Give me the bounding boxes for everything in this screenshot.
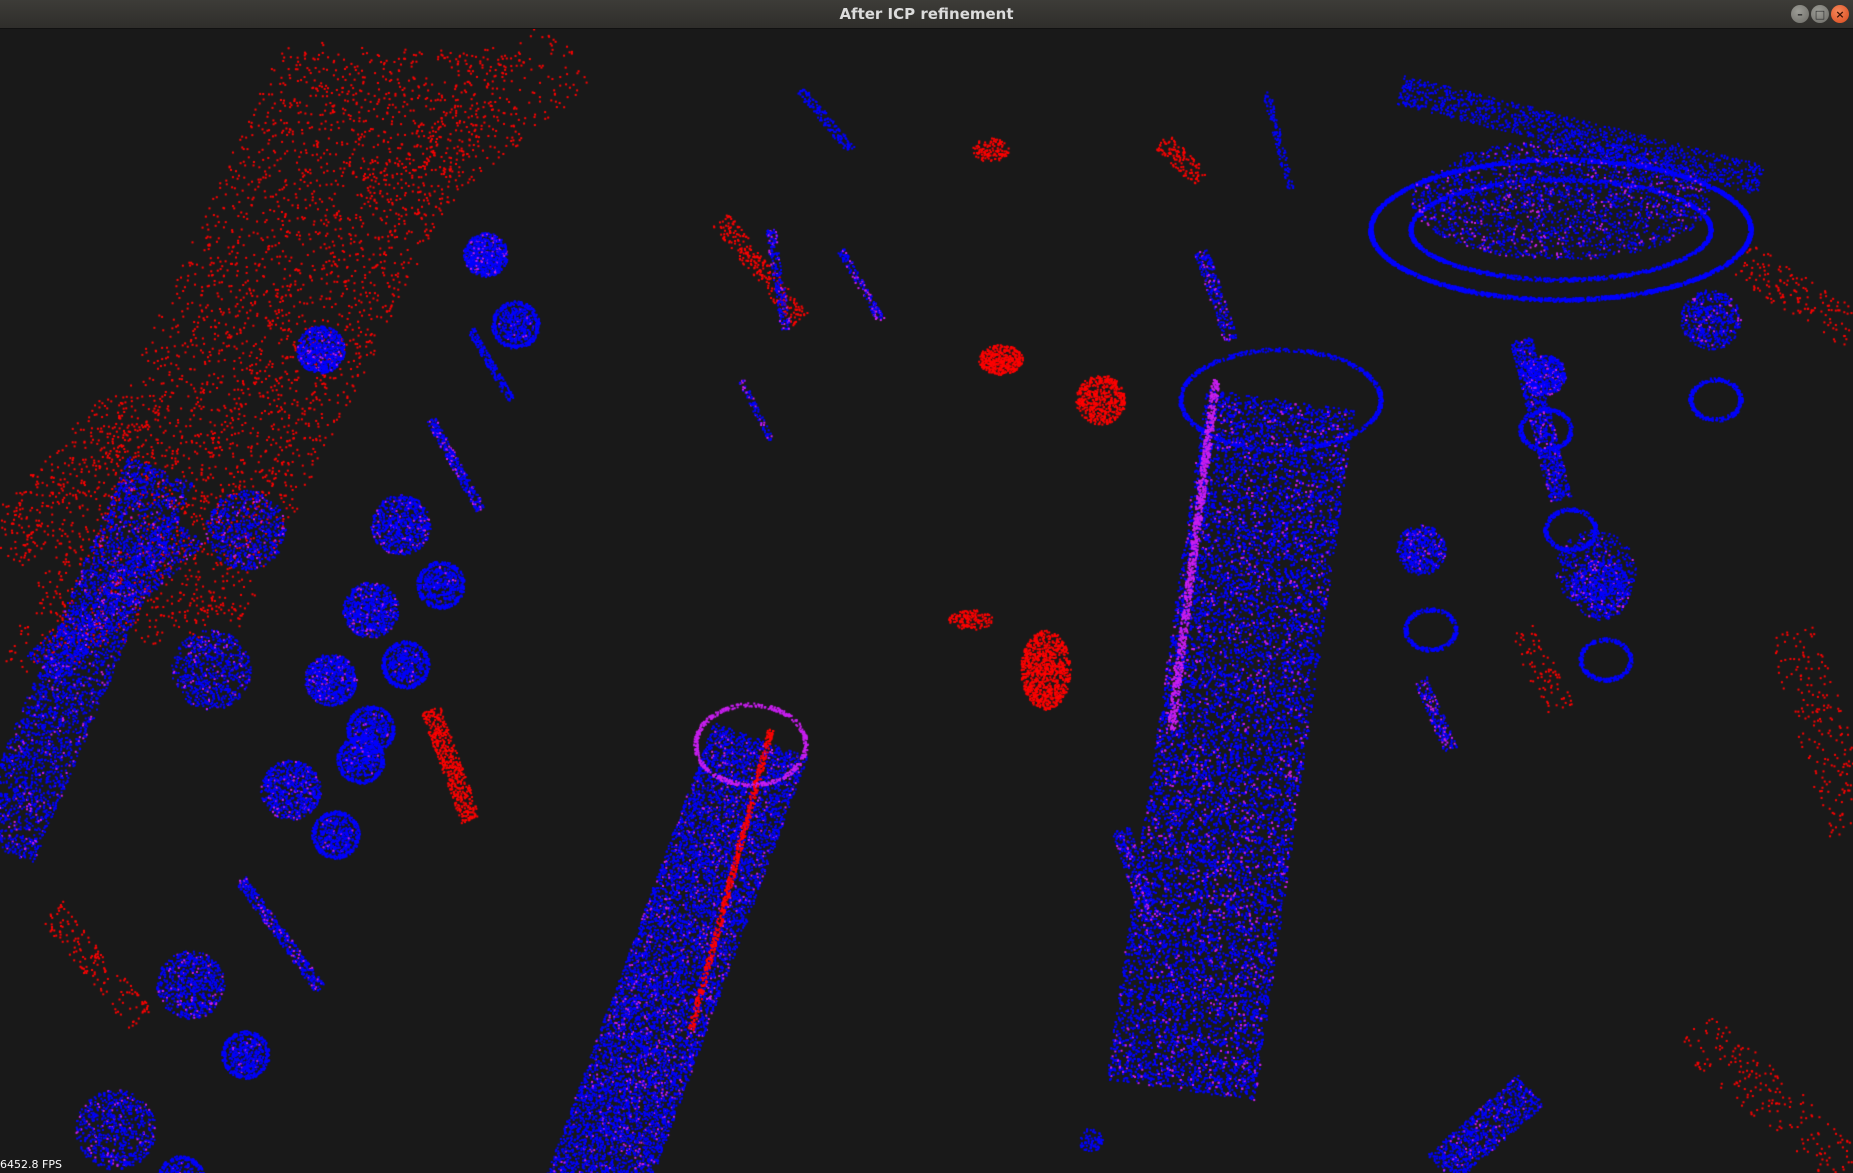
point-cloud-viewport[interactable]: 6452.8 FPS [0, 29, 1853, 1173]
minimize-button[interactable]: – [1791, 5, 1809, 23]
maximize-button[interactable]: □ [1811, 5, 1829, 23]
title-bar[interactable]: After ICP refinement – □ × [0, 0, 1853, 29]
minimize-icon: – [1797, 7, 1803, 21]
window-controls: – □ × [1791, 5, 1849, 23]
close-icon: × [1835, 7, 1845, 21]
close-button[interactable]: × [1831, 5, 1849, 23]
fps-counter: 6452.8 FPS [0, 1158, 62, 1171]
point-cloud-canvas[interactable] [0, 29, 1853, 1173]
maximize-icon: □ [1814, 7, 1826, 21]
viewer-window: After ICP refinement – □ × 6452.8 FPS [0, 0, 1853, 1173]
window-title: After ICP refinement [839, 5, 1014, 23]
